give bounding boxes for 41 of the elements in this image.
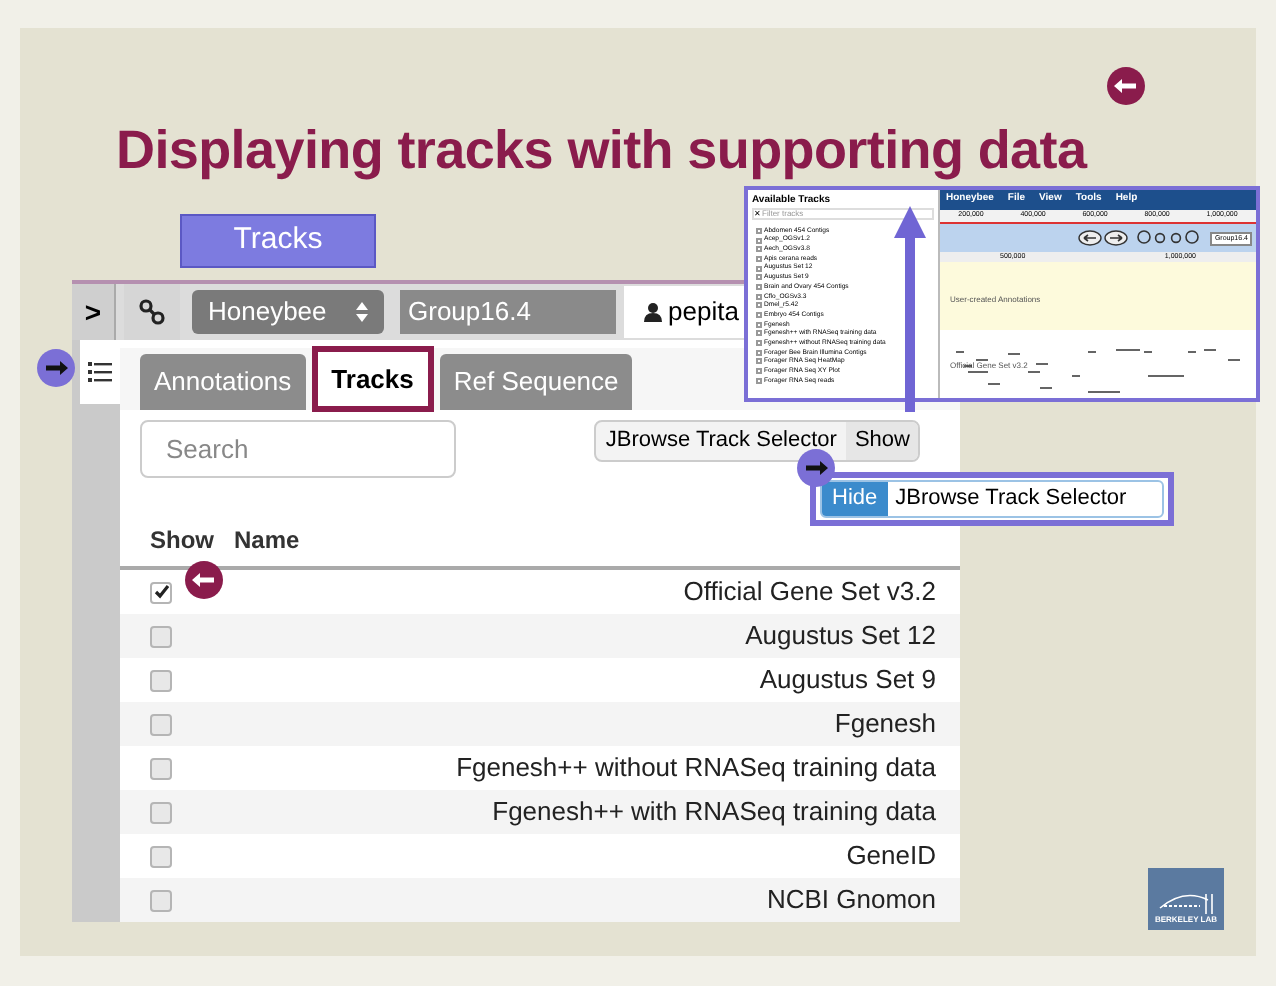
checkbox[interactable] [150,889,172,911]
track-name: Augustus Set 12 [745,618,936,655]
checkbox[interactable] [150,845,172,867]
checkbox[interactable] [150,581,172,603]
column-header: Name [234,524,300,558]
list-toggle[interactable] [80,340,120,404]
track-name: Fgenesh [834,706,936,743]
forward-arrow-badge-icon [36,348,76,388]
link-icon [138,298,166,326]
updown-icon [356,302,368,322]
checkbox[interactable] [150,669,172,691]
organism-select[interactable]: Honeybee [192,290,384,334]
checkbox[interactable] [150,757,172,779]
track-name: Fgenesh++ without RNASeq training data [456,750,936,787]
checkbox[interactable] [150,713,172,735]
column-header: Show [150,524,214,558]
track-name: Fgenesh++ with RNASeq training data [492,794,936,831]
toggle-label: JBrowse Track Selector [893,484,1129,515]
back-arrow-badge-icon [1106,66,1146,106]
checkbox[interactable] [150,625,172,647]
toggle-label: JBrowse Track Selector [603,426,839,457]
track-selector-toggle[interactable]: JBrowse Track Selector Show [593,420,920,462]
tab[interactable]: Tracks [311,346,434,412]
pan-buttons-icon [1078,230,1131,246]
track-name: NCBI Gnomon [766,882,936,919]
show-button[interactable]: Show [846,422,918,460]
checkbox[interactable] [150,801,172,823]
track-name: Augustus Set 9 [759,662,936,699]
slide-title: Displaying tracks with supporting data [116,124,1087,178]
tracks-label: Tracks [180,214,376,268]
list-icon [88,362,112,382]
link-button[interactable] [124,284,180,340]
track-selector-toggle[interactable]: Hide JBrowse Track Selector [820,480,1164,518]
hide-button[interactable]: Hide [822,482,888,516]
building-icon [1156,888,1216,916]
zoom-buttons-icon [1136,230,1205,246]
user-icon [644,302,662,322]
track-name: Official Gene Set v3.2 [683,574,936,611]
track-name: GeneID [846,838,936,875]
search-field[interactable]: Search [140,420,456,478]
expand-button[interactable]: > [72,284,116,340]
